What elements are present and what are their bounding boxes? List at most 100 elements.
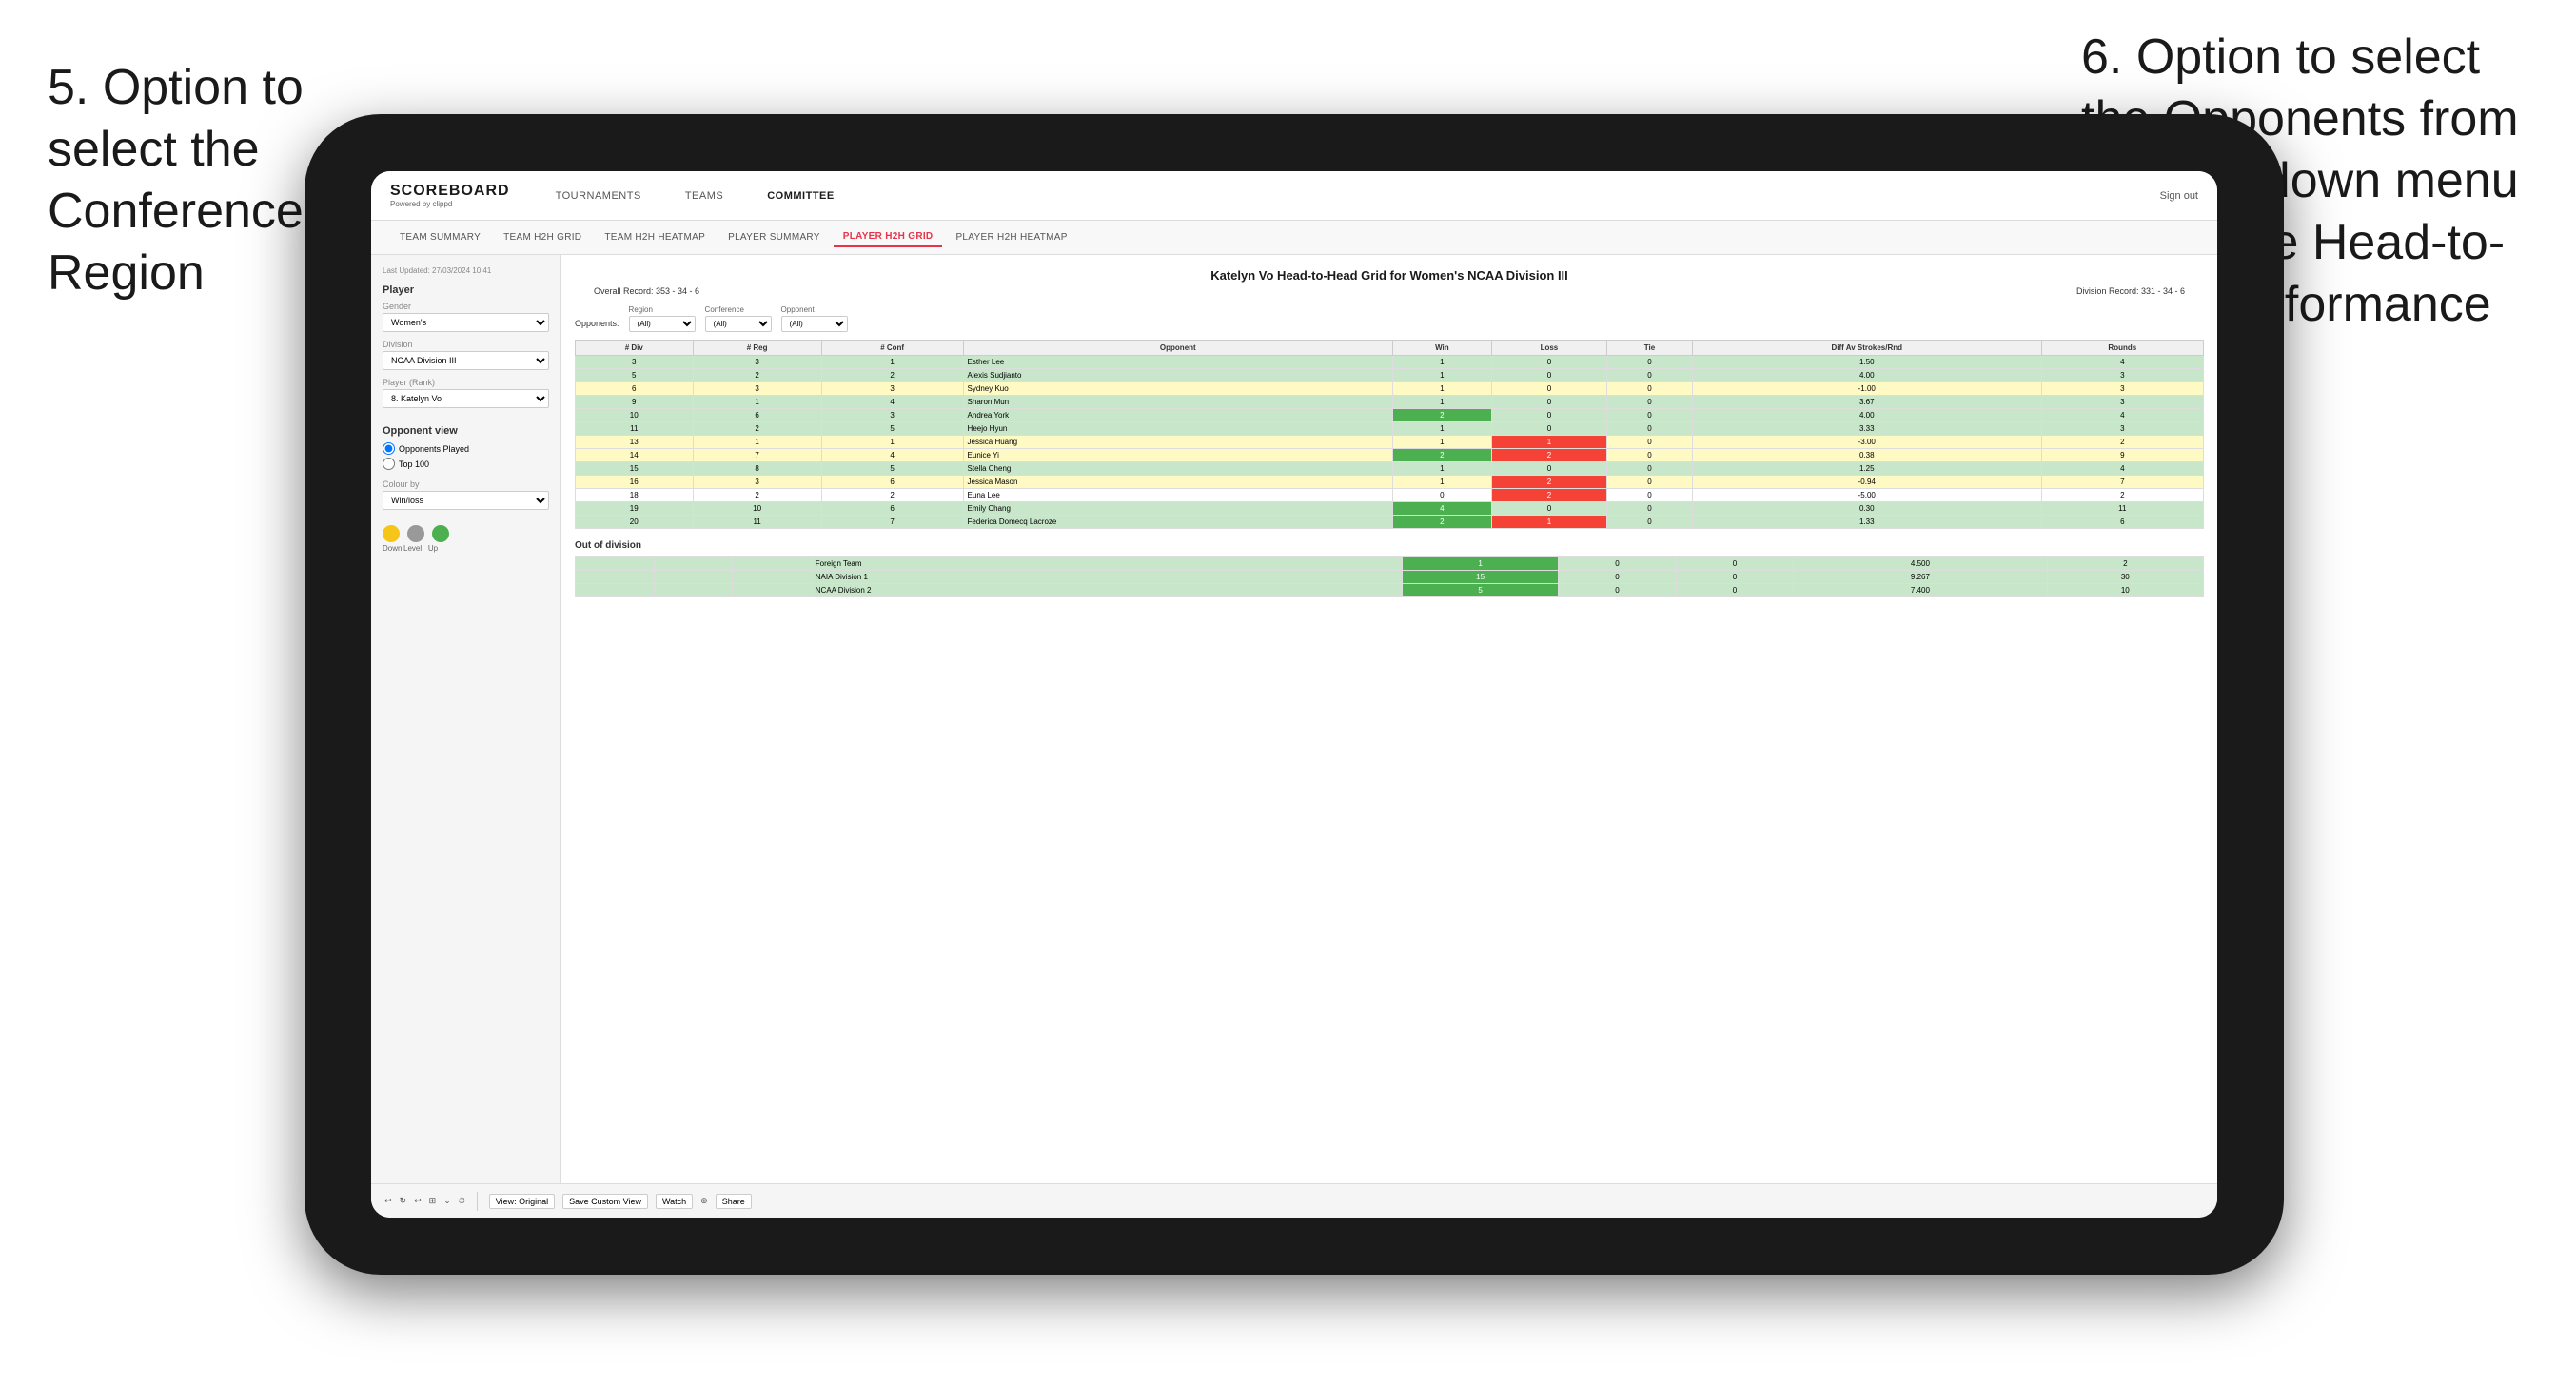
table-cell: 15 [1402, 571, 1558, 584]
subnav-team-summary[interactable]: TEAM SUMMARY [390, 228, 490, 246]
sidebar-division-dropdown[interactable]: NCAA Division III [383, 351, 549, 370]
table-cell: 9 [2041, 449, 2203, 462]
table-cell: 6 [821, 476, 963, 489]
table-cell: 4.00 [1692, 409, 2041, 422]
table-cell: 2 [693, 489, 821, 502]
out-of-division-table: Foreign Team1004.5002NAIA Division 11500… [575, 556, 2204, 597]
table-cell: Jessica Huang [963, 436, 1393, 449]
opponents-label: Opponents: [575, 319, 619, 328]
filter-group-conference: Conference (All) [705, 305, 772, 332]
table-cell: 3.67 [1692, 396, 2041, 409]
table-row: NCAA Division 25007.40010 [576, 584, 2204, 597]
sidebar-updated: Last Updated: 27/03/2024 10:41 [383, 266, 549, 275]
toolbar-undo-icon[interactable]: ↩ [384, 1196, 392, 1206]
table-cell: 0 [1491, 422, 1607, 436]
legend-labels: Down Level Up [383, 544, 549, 553]
table-row: 1636Jessica Mason120-0.947 [576, 476, 2204, 489]
main-data-table: # Div # Reg # Conf Opponent Win Loss Tie… [575, 340, 2204, 529]
subnav-player-h2h-heatmap[interactable]: PLAYER H2H HEATMAP [946, 228, 1076, 246]
share-btn[interactable]: Share [716, 1194, 752, 1209]
save-custom-btn[interactable]: Save Custom View [562, 1194, 648, 1209]
table-row: NAIA Division 115009.26730 [576, 571, 2204, 584]
table-cell: 6 [576, 382, 694, 396]
table-cell: 3 [693, 356, 821, 369]
nav-teams[interactable]: TEAMS [678, 186, 731, 205]
table-cell: 10 [576, 409, 694, 422]
table-cell [654, 571, 733, 584]
sign-out-link[interactable]: Sign out [2160, 190, 2198, 202]
table-cell: 4 [1393, 502, 1492, 516]
table-cell: 0 [1607, 382, 1693, 396]
table-cell: -1.00 [1692, 382, 2041, 396]
opponent-filter-dropdown[interactable]: (All) [781, 316, 848, 332]
table-cell: 3.33 [1692, 422, 2041, 436]
table-cell: Federica Domecq Lacroze [963, 516, 1393, 529]
table-cell: 2 [1491, 476, 1607, 489]
table-cell: 19 [576, 502, 694, 516]
table-cell: 20 [576, 516, 694, 529]
table-cell: 1 [1393, 356, 1492, 369]
logo-title: SCOREBOARD [390, 183, 510, 200]
division-record: Division Record: 331 - 34 - 6 [2076, 286, 2185, 296]
table-cell: Sydney Kuo [963, 382, 1393, 396]
toolbar-clock-icon[interactable]: ⏱ [459, 1196, 465, 1206]
toolbar-undo2-icon[interactable]: ↩ [414, 1196, 422, 1206]
table-cell: 0 [1607, 516, 1693, 529]
table-cell: 15 [576, 462, 694, 476]
subnav-team-h2h-grid[interactable]: TEAM H2H GRID [494, 228, 591, 246]
table-cell: Eunice Yi [963, 449, 1393, 462]
table-cell: 1 [1393, 396, 1492, 409]
table-cell: 3 [2041, 369, 2203, 382]
table-cell: 0 [1607, 462, 1693, 476]
table-row: 1585Stella Cheng1001.254 [576, 462, 2204, 476]
sidebar-colour-by-dropdown[interactable]: Win/loss [383, 491, 549, 510]
tablet: SCOREBOARD Powered by clippd TOURNAMENTS… [305, 114, 2284, 1275]
table-cell: 1.33 [1692, 516, 2041, 529]
toolbar-paste-icon[interactable]: ⌄ [443, 1196, 451, 1206]
conference-filter-dropdown[interactable]: (All) [705, 316, 772, 332]
toolbar-copy-icon[interactable]: ⊞ [429, 1196, 437, 1206]
table-cell: 1 [1393, 476, 1492, 489]
sidebar-player-rank-dropdown[interactable]: 8. Katelyn Vo [383, 389, 549, 408]
table-cell: 0 [1676, 557, 1793, 571]
sidebar-radio-top100[interactable]: Top 100 [383, 458, 549, 470]
sub-nav: TEAM SUMMARY TEAM H2H GRID TEAM H2H HEAT… [371, 221, 2217, 255]
table-cell: 2 [1393, 409, 1492, 422]
view-original-btn[interactable]: View: Original [489, 1194, 555, 1209]
table-cell: 0 [1607, 369, 1693, 382]
table-cell: 4 [821, 396, 963, 409]
nav-committee[interactable]: COMMITTEE [759, 186, 842, 205]
toolbar-redo-icon[interactable]: ↻ [400, 1196, 407, 1206]
table-cell [576, 584, 655, 597]
th-win: Win [1393, 341, 1492, 356]
table-cell: 8 [693, 462, 821, 476]
table-cell: 2 [693, 422, 821, 436]
table-cell: 1.50 [1692, 356, 2041, 369]
sidebar-gender-dropdown[interactable]: Women's [383, 313, 549, 332]
th-conf: # Conf [821, 341, 963, 356]
opponent-filter-label: Opponent [781, 305, 848, 314]
table-cell: 1 [1393, 422, 1492, 436]
watch-btn[interactable]: Watch [656, 1194, 693, 1209]
subnav-player-summary[interactable]: PLAYER SUMMARY [718, 228, 830, 246]
table-cell: 3 [693, 476, 821, 489]
table-cell: 1 [1491, 436, 1607, 449]
table-cell: 0 [1393, 489, 1492, 502]
table-cell: 3 [821, 409, 963, 422]
nav-tournaments[interactable]: TOURNAMENTS [548, 186, 649, 205]
table-cell [576, 557, 655, 571]
table-cell: 0 [1607, 476, 1693, 489]
table-cell: 7.400 [1794, 584, 2047, 597]
table-cell: 2 [821, 489, 963, 502]
subnav-player-h2h-grid[interactable]: PLAYER H2H GRID [834, 227, 943, 247]
region-filter-dropdown[interactable]: (All) [629, 316, 696, 332]
legend-up-circle [432, 525, 449, 542]
table-cell: 6 [693, 409, 821, 422]
table-cell: 3 [2041, 382, 2203, 396]
subnav-team-h2h-heatmap[interactable]: TEAM H2H HEATMAP [595, 228, 715, 246]
table-cell: 2 [1491, 449, 1607, 462]
sidebar-radio-opponents-played[interactable]: Opponents Played [383, 442, 549, 455]
toolbar-share-icon[interactable]: ⊕ [700, 1196, 708, 1206]
table-cell: 0 [1676, 584, 1793, 597]
table-row: 522Alexis Sudjianto1004.003 [576, 369, 2204, 382]
